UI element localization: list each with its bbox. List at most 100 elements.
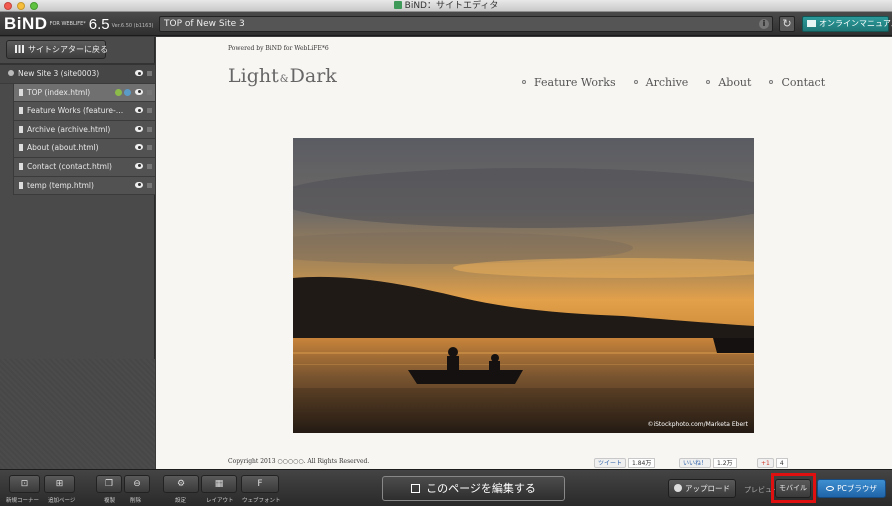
layout-label: レイアウト [206,498,234,504]
delete-label: 削除 [130,498,142,504]
nav-contact[interactable]: Contact [769,76,825,89]
tweet-widget: ツイート 1.84万 [594,458,656,469]
tree-item-feature-works[interactable]: Feature Works (feature-work... [13,102,155,121]
tree-item-archive[interactable]: Archive (archive.html) [13,120,155,140]
sunset-lake-image [293,138,754,433]
page-icon [19,88,23,96]
page-title-field[interactable]: TOP of New Site 3 i [159,16,773,32]
title-bar: BiND：サイトエディタ [0,0,892,12]
powered-by-text: Powered by BiND for WebLiFE*6 [228,45,329,52]
status-green-icon [115,88,122,96]
layout-icon: ▦ [214,479,224,489]
gear-icon: ⚙ [176,479,186,489]
upload-icon [674,484,682,492]
tree-item-top[interactable]: TOP (index.html) [13,83,155,103]
add-page-label: 追加ページ [48,498,76,504]
tweet-count: 1.84万 [628,458,656,468]
new-corner-button[interactable]: ⊡ [9,475,40,493]
pc-browser-button[interactable]: PCブラウザ [817,479,886,498]
page-icon [19,162,23,170]
visibility-eye-icon[interactable] [135,181,143,188]
nav-about[interactable]: About [706,76,751,89]
book-icon [807,20,816,27]
like-count: 1.2万 [713,458,737,468]
copyright-text: Copyright 2013 ○○○○○. All Rights Reserve… [228,458,370,465]
nav-feature-works[interactable]: Feature Works [522,76,616,89]
square-icon[interactable] [147,89,152,95]
tree-item-site[interactable]: New Site 3 (site0003) [0,65,155,84]
window-title: BiND：サイトエディタ [0,0,892,12]
square-icon[interactable] [147,163,152,169]
tree-item-about[interactable]: About (about.html) [13,139,155,158]
bullet-icon [633,80,638,84]
square-icon[interactable] [147,71,152,76]
pencil-icon [411,484,421,493]
edit-page-button[interactable]: このページを編集する [382,476,565,501]
add-page-button[interactable]: ⊞ [44,475,75,493]
bottom-toolbar: ⊡ ⊞ ❐ ⊖ 新規コーナー 追加ページ 複製 削除 ⚙ ▦ F 設定 レイアウ… [0,469,892,506]
bullet-icon [769,80,774,84]
layout-button[interactable]: ▦ [201,475,237,493]
upload-button[interactable]: アップロード [668,479,736,498]
webfont-button[interactable]: F [241,475,279,493]
add-page-icon: ⊞ [55,479,64,489]
app-icon [393,1,402,9]
highlight-box [771,473,816,503]
site-tree: New Site 3 (site0003) TOP (index.html) F… [0,65,155,196]
delete-icon: ⊖ [133,479,141,489]
main-toolbar: BiND FOR WEBLIFE* 6.5 Ver.6.50 (b1163) TOP … [0,12,892,36]
settings-button[interactable]: ⚙ [163,475,199,493]
duplicate-icon: ❐ [104,479,114,489]
reload-button[interactable]: ↻ [779,16,795,32]
bars-icon [15,45,24,53]
photo-credit: ©iStockphoto.com/Marketa Ebert [647,421,748,428]
page-icon [19,144,23,152]
font-icon: F [257,479,263,489]
back-to-site-theater-button[interactable]: サイトシアターに戻る [6,40,108,59]
visibility-eye-icon[interactable] [135,162,143,169]
page-preview: Powered by BiND for WebLiFE*6 Light&Dark… [156,37,892,469]
visibility-eye-icon[interactable] [135,144,143,151]
duplicate-label: 複製 [104,498,116,504]
eye-icon [826,486,835,491]
visibility-eye-icon[interactable] [135,88,143,95]
reload-icon: ↻ [782,17,792,30]
square-icon[interactable] [147,126,152,132]
visibility-eye-icon[interactable] [135,107,143,114]
page-icon [19,125,23,133]
square-icon[interactable] [147,145,152,151]
visibility-eye-icon[interactable] [135,70,143,76]
new-corner-label: 新規コーナー [6,498,40,504]
plusone-count: 4 [775,458,788,468]
bullet-icon [522,80,526,84]
site-nav: Feature Works Archive About Contact [522,76,843,89]
plusone-widget: +1 4 [757,458,788,469]
new-corner-icon: ⊡ [20,479,29,489]
like-button[interactable]: いいね！ [679,458,712,468]
page-icon [19,181,23,189]
site-logo[interactable]: Light&Dark [228,65,337,87]
tree-item-contact[interactable]: Contact (contact.html) [13,157,155,177]
site-icon [8,70,14,76]
site-sidebar: サイトシアターに戻る New Site 3 (site0003) TOP (in… [0,37,155,469]
hero-photo: ©iStockphoto.com/Marketa Ebert [293,138,754,433]
settings-label: 設定 [175,498,187,504]
visibility-eye-icon[interactable] [135,125,143,132]
square-icon[interactable] [147,182,152,188]
nav-archive[interactable]: Archive [633,76,688,89]
like-widget: いいね！ 1.2万 [679,458,737,469]
duplicate-button[interactable]: ❐ [96,475,122,493]
bullet-icon [706,80,711,84]
page-icon [19,107,23,115]
sidebar-empty-area [0,359,155,469]
delete-button[interactable]: ⊖ [124,475,150,493]
tree-item-temp[interactable]: temp (temp.html) [13,176,155,196]
square-icon[interactable] [147,108,152,114]
bind-logo: BiND FOR WEBLIFE* 6.5 Ver.6.50 (b1163) [4,14,154,33]
status-blue-icon [124,88,131,96]
online-manual-button[interactable]: オンラインマニュアル [802,16,892,32]
plusone-button[interactable]: +1 [757,458,774,468]
tweet-button[interactable]: ツイート [594,458,627,468]
info-icon[interactable]: i [759,19,769,29]
webfont-label: ウェブフォント [242,498,281,504]
